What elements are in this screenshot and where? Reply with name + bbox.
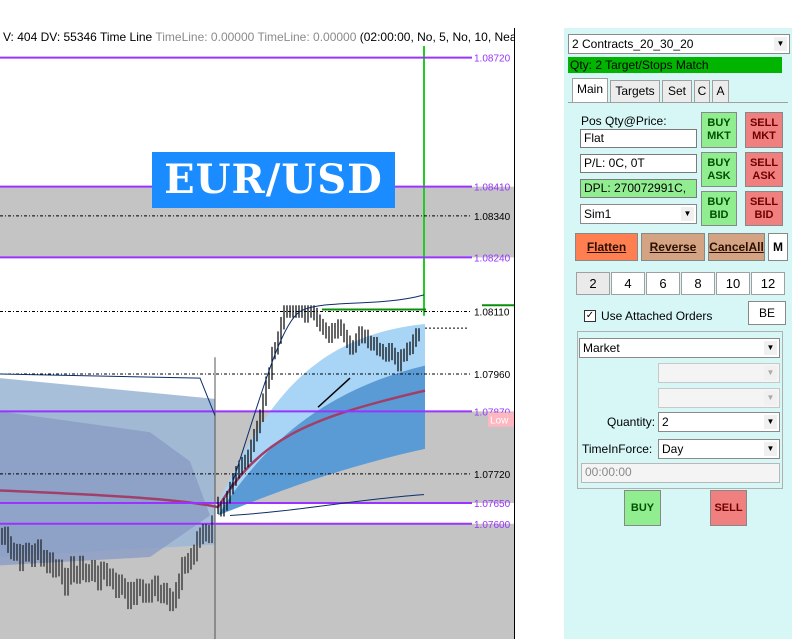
order-type-select[interactable]: Market ▼ — [579, 338, 780, 358]
chevron-down-icon: ▼ — [764, 341, 777, 355]
good-till-time-field[interactable]: 00:00:00 — [581, 463, 780, 483]
price-level-label: 1.07650 — [474, 499, 511, 510]
qty-button-12[interactable]: 12 — [751, 272, 785, 295]
price-chart[interactable]: 1.08720 1.08410 1.08340 1.08240 1.08110 1.079… — [0, 0, 564, 639]
price-level-label: 1.08340 — [474, 212, 511, 223]
timeline-readout-2: TimeLine: 0.00000 — [257, 30, 357, 44]
sell-button[interactable]: SELL — [710, 490, 747, 526]
volume-readout: V: 404 — [3, 30, 38, 44]
account-value: Sim1 — [584, 207, 612, 221]
study-name: Time Line — [99, 30, 153, 44]
chevron-down-icon: ▼ — [774, 37, 787, 51]
sell-bid-button[interactable]: SELL BID — [745, 191, 783, 226]
buy-bid-button[interactable]: BUY BID — [701, 191, 737, 226]
symbol-title-banner: EUR/USD — [152, 152, 395, 208]
price-level-label: 1.08720 — [474, 54, 511, 65]
chevron-down-icon: ▼ — [681, 207, 694, 221]
price-select-1[interactable]: ▼ — [658, 363, 780, 383]
sell-ask-button[interactable]: SELL ASK — [745, 152, 783, 187]
pl-field: P/L: 0C, 0T — [580, 154, 697, 173]
quantity-select[interactable]: 2 ▼ — [658, 412, 780, 432]
tab-c[interactable]: C — [694, 80, 710, 102]
order-type-value: Market — [583, 341, 620, 355]
cancel-all-button[interactable]: CancelAll — [708, 233, 765, 261]
time-in-force-value: Day — [662, 442, 684, 456]
price-level-label: 1.07600 — [474, 520, 511, 531]
time-in-force-select[interactable]: Day ▼ — [658, 439, 780, 459]
chevron-down-icon: ▼ — [764, 391, 777, 405]
tab-divider — [568, 102, 788, 103]
price-axis[interactable] — [514, 28, 564, 639]
use-attached-orders-label: Use Attached Orders — [601, 309, 713, 323]
chevron-down-icon: ▼ — [764, 442, 777, 456]
flatten-button[interactable]: Flatten — [575, 233, 638, 261]
price-level-label: 1.08110 — [474, 308, 510, 319]
position-label: Pos Qty@Price: — [581, 114, 667, 128]
chart-canvas[interactable]: 1.08720 1.08410 1.08340 1.08240 1.08110 1.079… — [0, 0, 564, 639]
account-select[interactable]: Sim1 ▼ — [580, 204, 697, 224]
buy-ask-button[interactable]: BUY ASK — [701, 152, 737, 187]
account-template-select[interactable]: 2 Contracts_20_30_20 ▼ — [568, 34, 790, 54]
chart-status-bar: V: 404 DV: 55346 Time Line TimeLine: 0.0… — [0, 28, 514, 46]
reverse-button[interactable]: Reverse — [641, 233, 705, 261]
buy-button[interactable]: BUY — [624, 490, 661, 526]
order-entry-panel: 2 Contracts_20_30_20 ▼ Qty: 2 Target/Sto… — [564, 28, 792, 639]
sell-market-button[interactable]: SELL MKT — [745, 112, 783, 148]
buy-market-button[interactable]: BUY MKT — [701, 112, 737, 148]
quantity-value: 2 — [662, 415, 669, 429]
price-level-label: 1.08240 — [474, 253, 511, 264]
price-level-label: 1.07720 — [474, 470, 511, 481]
breakeven-button[interactable]: BE — [748, 301, 786, 325]
tab-targets[interactable]: Targets — [610, 80, 660, 102]
qty-button-6[interactable]: 6 — [646, 272, 680, 295]
price-select-2[interactable]: ▼ — [658, 388, 780, 408]
chevron-down-icon: ▼ — [764, 366, 777, 380]
position-field: Flat — [580, 129, 697, 148]
qty-button-2[interactable]: 2 — [576, 272, 610, 295]
timeline-readout-1: TimeLine: 0.00000 — [155, 30, 255, 44]
m-button[interactable]: M — [768, 233, 788, 261]
price-level-label: 1.07960 — [474, 370, 511, 381]
dollar-volume-readout: DV: 55346 — [40, 30, 97, 44]
tab-main[interactable]: Main — [572, 78, 608, 102]
qty-button-4[interactable]: 4 — [611, 272, 645, 295]
quantity-label: Quantity: — [607, 415, 656, 429]
price-level-label: 1.08410 — [474, 183, 511, 194]
time-in-force-label: TimeInForce: — [582, 442, 653, 456]
use-attached-orders-checkbox[interactable]: ✓ — [584, 310, 596, 322]
account-template-value: 2 Contracts_20_30_20 — [572, 37, 694, 51]
chevron-down-icon: ▼ — [764, 415, 777, 429]
qty-button-10[interactable]: 10 — [716, 272, 750, 295]
status-text-bar: Qty: 2 Target/Stops Match — [568, 57, 782, 73]
tab-set[interactable]: Set — [662, 80, 692, 102]
dpl-field: DPL: 270072991C, — [580, 179, 697, 198]
low-label: Low — [490, 416, 509, 427]
qty-button-8[interactable]: 8 — [681, 272, 715, 295]
study-settings: (02:00:00, No, 5, No, 10, Nearest — [359, 30, 514, 44]
tab-a[interactable]: A — [712, 80, 729, 102]
